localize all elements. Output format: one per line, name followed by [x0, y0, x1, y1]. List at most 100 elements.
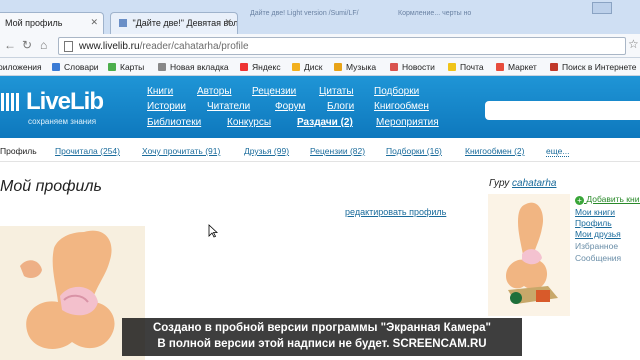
url-path: /reader/cahatarha/profile	[139, 41, 249, 52]
subnav-want-to-read[interactable]: Хочу прочитать (91)	[142, 146, 220, 156]
bookmark-mail[interactable]: Почта	[448, 62, 484, 72]
bookmark-label: Маркет	[508, 62, 537, 72]
close-tab-icon[interactable]: ✕	[90, 17, 98, 28]
watermark-line-2: В полной версии этой надписи не будет. S…	[157, 338, 487, 350]
bookmark-new-tab[interactable]: Новая вкладка	[158, 62, 229, 72]
faded-tab-title[interactable]: Кормление... черты но	[398, 10, 471, 17]
address-bar[interactable]: www.livelib.ru/reader/cahatarha/profile	[58, 37, 626, 55]
tab-my-profile[interactable]: Мой профиль ✕	[0, 12, 104, 34]
tab-title: "Дайте две!" Девятая вол	[132, 18, 238, 28]
site-logo[interactable]: LiveLib	[26, 88, 104, 116]
my-friends-link[interactable]: Мои друзья	[575, 229, 621, 239]
menu-reviews[interactable]: Рецензии	[252, 86, 296, 97]
bookmark-news[interactable]: Новости	[390, 62, 435, 72]
favorites-link[interactable]: Избранное	[575, 241, 618, 251]
menu-giveaways[interactable]: Раздачи (2)	[297, 117, 353, 128]
close-tab-icon[interactable]: ✕	[224, 17, 232, 28]
user-rank: Гуру cahatarha	[489, 178, 557, 189]
bookmark-label: Словари	[64, 62, 99, 72]
menu-forum[interactable]: Форум	[275, 101, 305, 112]
mouse-cursor-icon	[208, 224, 218, 238]
menu-stories[interactable]: Истории	[147, 101, 186, 112]
menu-libraries[interactable]: Библиотеки	[147, 117, 201, 128]
bookmark-yandex[interactable]: Яндекс	[240, 62, 281, 72]
user-avatar-small[interactable]	[488, 194, 570, 316]
map-icon	[108, 63, 116, 71]
search-icon	[550, 63, 558, 71]
subnav-reviews[interactable]: Рецензии (82)	[310, 146, 365, 156]
username-link[interactable]: cahatarha	[512, 178, 556, 189]
yandex-icon	[240, 63, 248, 71]
edit-profile-link[interactable]: редактировать профиль	[345, 207, 446, 217]
bookmark-apps[interactable]: риложения	[0, 62, 42, 72]
bookmark-star-icon[interactable]: ☆	[628, 37, 639, 51]
bookmark-label: Новости	[402, 62, 435, 72]
grid-icon	[158, 63, 166, 71]
menu-books[interactable]: Книги	[147, 86, 173, 97]
menu-blogs[interactable]: Блоги	[327, 101, 354, 112]
bookmark-maps[interactable]: Карты	[108, 62, 144, 72]
page-title: Мой профиль	[0, 178, 102, 195]
bookmark-label: Музыка	[346, 62, 377, 72]
menu-contests[interactable]: Конкурсы	[227, 117, 271, 128]
menu-authors[interactable]: Авторы	[197, 86, 232, 97]
menu-collections[interactable]: Подборки	[374, 86, 419, 97]
reload-icon[interactable]: ↻	[22, 38, 32, 52]
home-icon[interactable]: ⌂	[40, 38, 47, 52]
bookmark-market[interactable]: Маркет	[496, 62, 537, 72]
bookmark-label: Яндекс	[252, 62, 281, 72]
bookmark-label: Поиск в Интернете	[562, 62, 637, 72]
dictionary-icon	[52, 63, 60, 71]
menu-events[interactable]: Мероприятия	[376, 117, 439, 128]
bookmark-disk[interactable]: Диск	[292, 62, 322, 72]
add-book-label: Добавить книгу	[586, 194, 640, 204]
menu-quotes[interactable]: Цитаты	[319, 86, 354, 97]
mail-icon	[448, 63, 456, 71]
bookmarks-bar: риложения Словари Карты Новая вкладка Ян…	[0, 58, 640, 76]
bookmark-label: Карты	[120, 62, 145, 72]
site-search-input[interactable]	[485, 101, 640, 120]
bookmark-label: Новая вкладка	[170, 62, 229, 72]
browser-nav-bar: ← ↻ ⌂ www.livelib.ru/reader/cahatarha/pr…	[0, 34, 640, 58]
messages-link[interactable]: Сообщения	[575, 253, 621, 263]
market-icon	[496, 63, 504, 71]
rank-label: Гуру	[489, 178, 510, 189]
add-book-link[interactable]: + Добавить книгу	[575, 194, 640, 205]
tab-favicon-icon	[119, 19, 127, 27]
faded-tab-title[interactable]: Дайте две! Light version /Sumi/LF/	[250, 10, 359, 17]
profile-subnav: Профиль Прочитала (254) Хочу прочитать (…	[0, 138, 640, 162]
recorder-watermark: Создано в пробной версии программы "Экра…	[122, 318, 522, 356]
bookmark-web-search[interactable]: Поиск в Интернете	[550, 62, 637, 72]
browser-tab-bar: Мой профиль ✕ "Дайте две!" Девятая вол ✕…	[0, 0, 640, 34]
livelib-logo-icon	[1, 93, 19, 111]
bookmark-label: Почта	[460, 62, 484, 72]
subnav-friends[interactable]: Друзья (99)	[244, 146, 289, 156]
bookmark-dictionaries[interactable]: Словари	[52, 62, 99, 72]
back-icon[interactable]: ←	[4, 38, 16, 52]
bookmark-music[interactable]: Музыка	[334, 62, 376, 72]
subnav-more[interactable]: еще...	[546, 146, 570, 157]
site-header: LiveLib сохраняем знания Книги Авторы Ре…	[0, 76, 640, 138]
subnav-profile[interactable]: Профиль	[0, 146, 37, 156]
site-tagline: сохраняем знания	[28, 117, 97, 126]
subnav-collections[interactable]: Подборки (16)	[386, 146, 442, 156]
plus-icon: +	[575, 196, 584, 205]
url-text: www.livelib.ru/reader/cahatarha/profile	[79, 41, 249, 52]
url-domain: www.livelib.ru	[79, 41, 140, 52]
watermark-line-1: Создано в пробной версии программы "Экра…	[153, 322, 491, 334]
disk-icon	[292, 63, 300, 71]
menu-readers[interactable]: Читатели	[207, 101, 250, 112]
bookmark-label: Диск	[304, 62, 323, 72]
profile-link[interactable]: Профиль	[575, 218, 612, 228]
window-minimize-button[interactable]	[592, 2, 612, 14]
my-books-link[interactable]: Мои книги	[575, 207, 615, 217]
bookmark-label: риложения	[0, 62, 42, 72]
tab-dayte-dve[interactable]: "Дайте две!" Девятая вол ✕	[110, 12, 238, 34]
tab-title: Мой профиль	[5, 18, 63, 28]
music-icon	[334, 63, 342, 71]
menu-bookswap[interactable]: Книгообмен	[374, 101, 429, 112]
subnav-bookswap[interactable]: Книгообмен (2)	[465, 146, 524, 156]
subnav-read[interactable]: Прочитала (254)	[55, 146, 120, 156]
news-icon	[390, 63, 398, 71]
page-icon	[64, 41, 73, 52]
